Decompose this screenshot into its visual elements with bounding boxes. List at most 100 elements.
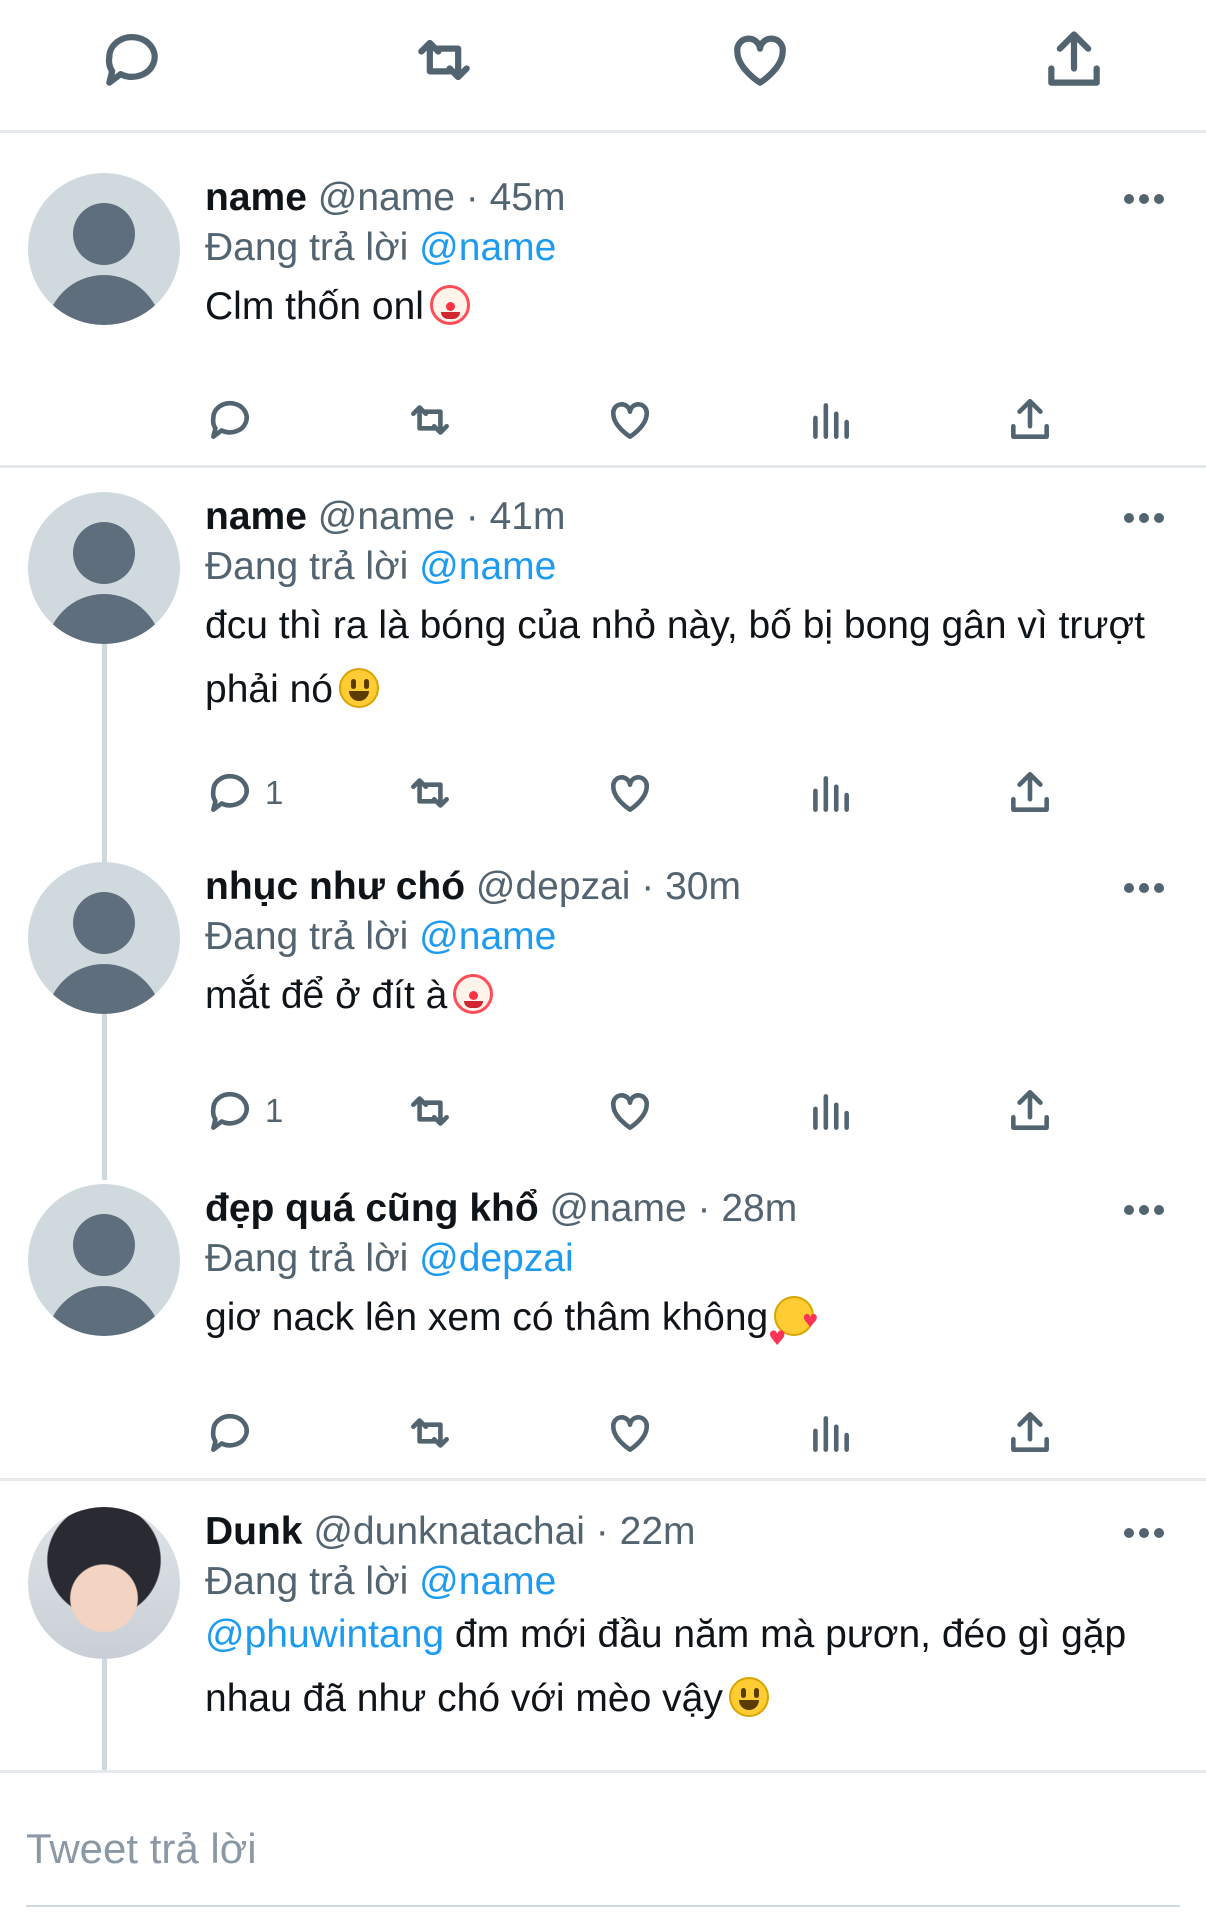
retweet-icon: [411, 1096, 449, 1126]
reply-icon[interactable]: [98, 26, 166, 94]
share-icon[interactable]: [1040, 26, 1108, 94]
tweet-header: nhục như chó @depzai · 30m: [205, 865, 741, 908]
analytics-button[interactable]: [805, 768, 855, 818]
more-options-icon[interactable]: [1124, 883, 1164, 895]
smile-emoji: [338, 668, 379, 708]
share-button[interactable]: [1005, 1086, 1055, 1136]
reply-to-mention[interactable]: @name: [419, 915, 556, 958]
tweet-actions: 1: [205, 768, 1085, 818]
avatar[interactable]: [28, 1184, 180, 1336]
analytics-icon: [813, 1416, 849, 1452]
avatar[interactable]: [28, 862, 180, 1014]
reply-composer[interactable]: Tweet trả lời: [0, 1770, 1206, 1923]
retweet-icon: [411, 405, 449, 435]
display-name[interactable]: đẹp quá cũng khổ: [205, 1187, 539, 1230]
share-button[interactable]: [1005, 1408, 1055, 1458]
handle[interactable]: @name: [318, 495, 455, 538]
retweet-button[interactable]: [405, 1086, 455, 1136]
reply-to-mention[interactable]: @name: [419, 1560, 556, 1603]
reply-icon: [210, 773, 249, 812]
retweet-icon[interactable]: [410, 26, 478, 94]
smile-emoji: [728, 1677, 769, 1717]
smiling-face-with-hearts-emoji: [768, 1290, 818, 1370]
display-name[interactable]: nhục như chó: [205, 865, 465, 908]
reply-button[interactable]: [205, 395, 265, 445]
reply-tweet[interactable]: name @name · 45m Đang trả lời @name Clm …: [0, 133, 1206, 468]
timestamp[interactable]: 41m: [490, 495, 566, 538]
like-icon: [611, 1093, 649, 1130]
like-button[interactable]: [605, 1408, 655, 1458]
like-icon: [611, 402, 649, 439]
reply-icon: [210, 1413, 249, 1452]
retweet-button[interactable]: [405, 395, 455, 445]
replying-to: Đang trả lời @name: [205, 1560, 557, 1603]
retweet-icon: [411, 778, 449, 808]
like-icon: [611, 1415, 649, 1452]
handle[interactable]: @name: [318, 176, 455, 219]
replying-to: Đang trả lời @name: [205, 545, 557, 588]
reply-count: 1: [265, 1092, 284, 1129]
tweet-actions: [205, 1408, 1085, 1458]
tweet-text: giơ nack lên xem có thâm không: [205, 1286, 1165, 1370]
display-name[interactable]: Dunk: [205, 1510, 303, 1553]
display-name[interactable]: name: [205, 176, 307, 219]
analytics-icon: [813, 776, 849, 812]
like-button[interactable]: [605, 768, 655, 818]
handle[interactable]: @depzai: [476, 865, 631, 908]
analytics-button[interactable]: [805, 1086, 855, 1136]
tweet-text: Clm thốn onl: [205, 275, 1165, 339]
tweet-actions: [205, 395, 1085, 445]
more-options-icon[interactable]: [1124, 1528, 1164, 1540]
like-icon[interactable]: [726, 26, 794, 94]
reply-to-mention[interactable]: @name: [419, 226, 556, 269]
avatar-photo[interactable]: [28, 1507, 180, 1659]
more-options-icon[interactable]: [1124, 1205, 1164, 1217]
tweet-actions: 1: [205, 1086, 1085, 1136]
avatar[interactable]: [28, 492, 180, 644]
tweet-header: name @name · 41m: [205, 495, 566, 538]
retweet-button[interactable]: [405, 768, 455, 818]
replying-to: Đang trả lời @depzai: [205, 1237, 574, 1280]
tweet-text: mắt để ở đít à: [205, 964, 1165, 1028]
reply-button[interactable]: [205, 1408, 255, 1458]
reply-tweet[interactable]: name @name · 41m Đang trả lời @name đcu …: [0, 468, 1206, 834]
timestamp[interactable]: 22m: [620, 1510, 696, 1553]
more-options-icon[interactable]: [1124, 513, 1164, 525]
tweet-header: đẹp quá cũng khổ @name · 28m: [205, 1187, 798, 1230]
analytics-button[interactable]: [805, 395, 855, 445]
retweet-icon: [411, 1418, 449, 1448]
text-mention[interactable]: @phuwintang: [205, 1613, 444, 1656]
timestamp[interactable]: 30m: [665, 865, 741, 908]
display-name[interactable]: name: [205, 495, 307, 538]
analytics-button[interactable]: [805, 1408, 855, 1458]
analytics-icon: [813, 1094, 849, 1130]
reply-input-placeholder[interactable]: Tweet trả lời: [26, 1825, 257, 1873]
share-button[interactable]: [1005, 395, 1055, 445]
like-button[interactable]: [605, 1086, 655, 1136]
reply-tweet[interactable]: nhục như chó @depzai · 30m Đang trả lời …: [0, 836, 1206, 1158]
analytics-icon: [813, 403, 849, 439]
reply-tweet[interactable]: Dunk @dunknatachai · 22m Đang trả lời @n…: [0, 1481, 1206, 1770]
retweet-button[interactable]: [405, 1408, 455, 1458]
share-icon: [1011, 1411, 1049, 1452]
reply-button[interactable]: 1: [205, 1086, 283, 1136]
timestamp[interactable]: 28m: [721, 1187, 797, 1230]
handle[interactable]: @name: [550, 1187, 687, 1230]
like-button[interactable]: [605, 395, 655, 445]
share-button[interactable]: [1005, 768, 1055, 818]
tweet-text: đcu thì ra là bóng của nhỏ này, bố bị bo…: [205, 604, 1145, 711]
timestamp[interactable]: 45m: [490, 176, 566, 219]
more-options-icon[interactable]: [1124, 194, 1164, 206]
clown-emoji: [453, 974, 494, 1014]
avatar[interactable]: [28, 173, 180, 325]
share-icon: [1011, 771, 1049, 812]
tweet-text: @phuwintang đm mới đầu năm mà pươn, đéo …: [205, 1613, 1127, 1720]
share-icon: [1011, 1089, 1049, 1130]
reply-icon: [210, 400, 249, 439]
handle[interactable]: @dunknatachai: [313, 1510, 585, 1553]
reply-button[interactable]: 1: [205, 768, 283, 818]
reply-to-mention[interactable]: @name: [419, 545, 556, 588]
divider: [26, 1905, 1180, 1907]
reply-to-mention[interactable]: @depzai: [419, 1237, 574, 1280]
reply-tweet[interactable]: đẹp quá cũng khổ @name · 28m Đang trả lờ…: [0, 1158, 1206, 1481]
